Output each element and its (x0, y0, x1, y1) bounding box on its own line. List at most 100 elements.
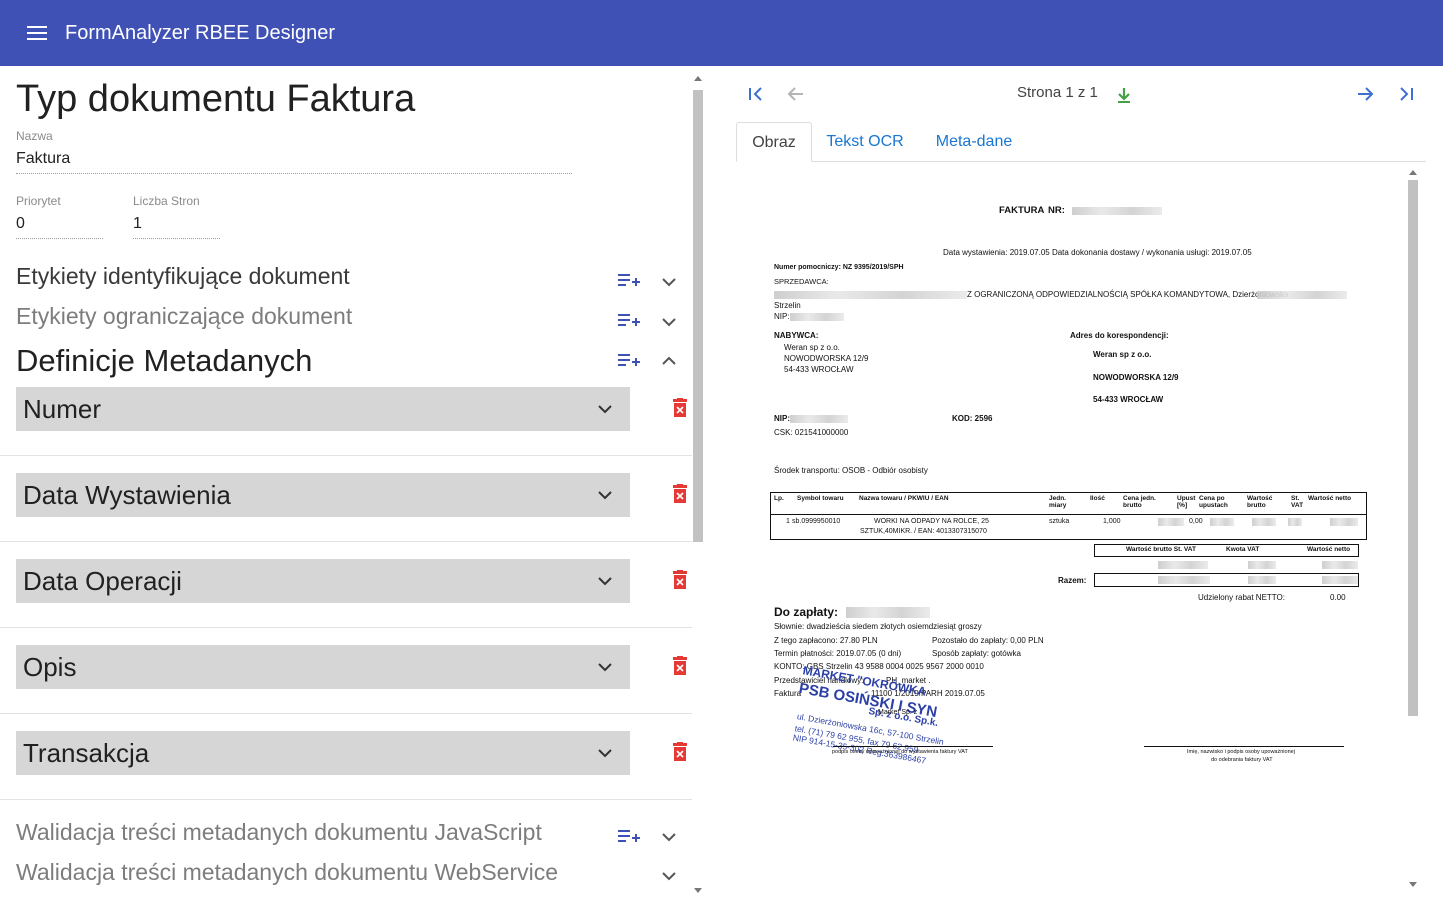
priority-field[interactable]: 0 (16, 215, 25, 233)
first-page-icon[interactable] (746, 84, 766, 104)
summary-header: Wartość brutto St. VAT (1126, 546, 1196, 553)
table-header: Upust [%] (1177, 495, 1196, 509)
delete-icon[interactable] (672, 484, 688, 504)
summary-header: Wartość netto (1307, 546, 1351, 553)
kod: KOD: 2596 (952, 414, 993, 423)
playlist-add-icon[interactable] (618, 353, 640, 369)
buyer-nip-label: NIP: (774, 414, 790, 423)
identifying-labels-heading[interactable]: Etykiety identyfikujące dokument (16, 263, 350, 290)
document-viewer: Strona 1 z 1 Obraz Tekst OCR Meta-dane F… (718, 66, 1443, 900)
invoice-image: FAKTURA NR: Data wystawienia: 2019.07.05… (740, 168, 1430, 896)
slownie: Słownie: dwadzieścia siedem złotych osie… (774, 622, 982, 631)
viewer-scrollbar[interactable] (1406, 170, 1420, 892)
divider (0, 713, 692, 714)
metadata-item-opis[interactable]: Opis (16, 645, 630, 689)
playlist-add-icon[interactable] (618, 829, 640, 845)
chevron-down-icon[interactable] (598, 576, 612, 586)
metadata-definitions-heading[interactable]: Definicje Metadanych (16, 343, 312, 379)
delete-icon[interactable] (672, 570, 688, 590)
metadata-item-label: Transakcja (23, 737, 150, 768)
limiting-labels-heading[interactable]: Etykiety ograniczające dokument (16, 303, 352, 330)
next-page-icon[interactable] (1355, 84, 1375, 104)
scrollbar-thumb[interactable] (693, 90, 703, 542)
scroll-down-arrow[interactable] (694, 888, 702, 893)
chevron-down-icon[interactable] (598, 662, 612, 672)
playlist-add-icon[interactable] (618, 273, 640, 289)
tab-meta-dane[interactable]: Meta-dane (926, 122, 1022, 162)
redacted-value (1330, 518, 1358, 526)
redacted-buyer-nip (790, 415, 848, 423)
table-header: Cena jedn. brutto (1123, 495, 1156, 509)
name-label: Nazwa (16, 129, 53, 143)
invoice-nr-label: NR: (1048, 205, 1065, 216)
chevron-down-icon[interactable] (598, 748, 612, 758)
redacted-value (1288, 518, 1302, 526)
tab-tekst-ocr[interactable]: Tekst OCR (820, 122, 910, 162)
metadata-item-label: Opis (23, 651, 77, 682)
metadata-item-label: Data Operacji (23, 565, 182, 596)
chevron-down-icon[interactable] (662, 277, 676, 287)
razem-label: Razem: (1058, 576, 1087, 585)
delete-icon[interactable] (672, 656, 688, 676)
document-type-editor: Typ dokumentu Faktura Nazwa Faktura Prio… (0, 66, 706, 900)
scrollbar-thumb[interactable] (1408, 180, 1418, 716)
table-header: Cena po upustach (1199, 495, 1228, 509)
table-header: Wartość netto (1308, 495, 1352, 502)
tab-obraz[interactable]: Obraz (736, 122, 812, 162)
redacted-sum (1158, 561, 1208, 569)
table-header: Wartość brutto (1247, 495, 1273, 509)
correspondence-line: NOWODWORSKA 12/9 (1093, 373, 1179, 382)
delete-icon[interactable] (672, 398, 688, 418)
buyer-line: NOWODWORSKA 12/9 (784, 354, 869, 363)
metadata-item-data-wystawienia[interactable]: Data Wystawienia (16, 473, 630, 517)
pages-field[interactable]: 1 (133, 215, 142, 233)
chevron-down-icon[interactable] (598, 404, 612, 414)
scroll-up-arrow[interactable] (1409, 170, 1417, 175)
scroll-up-arrow[interactable] (694, 76, 702, 81)
redacted-price (1158, 518, 1184, 526)
chevron-down-icon[interactable] (662, 832, 676, 842)
metadata-item-data-operacji[interactable]: Data Operacji (16, 559, 630, 603)
redacted-number (1072, 207, 1162, 215)
pages-label: Liczba Stron (133, 194, 200, 208)
table-header: Nazwa towaru / PKWIU / EAN (859, 495, 949, 502)
previous-page-icon[interactable] (786, 84, 806, 104)
redacted-value (1210, 518, 1234, 526)
razem-box (1094, 573, 1359, 587)
left-scrollbar[interactable] (692, 76, 704, 896)
row-lp: 1 (786, 518, 790, 525)
seller-text: Z OGRANICZONĄ ODPOWIEDZIALNOŚCIĄ SPÓŁKA … (967, 290, 1289, 299)
priority-underline (16, 238, 103, 239)
page-title: Typ dokumentu Faktura (16, 78, 416, 120)
row-name: SZTUK,40MIKR. / EAN: 4013307315070 (860, 528, 987, 535)
ws-validation-heading[interactable]: Walidacja treści metadanych dokumentu We… (16, 859, 558, 886)
menu-icon[interactable] (27, 26, 47, 40)
last-page-icon[interactable] (1396, 84, 1416, 104)
invoice-title: FAKTURA (999, 205, 1045, 216)
js-validation-heading[interactable]: Walidacja treści metadanych dokumentu Ja… (16, 819, 542, 846)
pozostalo: Pozostało do zapłaty: 0,00 PLN (932, 636, 1044, 645)
delete-icon[interactable] (672, 742, 688, 762)
row-name: WORKI NA ODPADY NA ROLCE, 25 (874, 518, 989, 525)
chevron-down-icon[interactable] (662, 871, 676, 881)
app-bar: FormAnalyzer RBEE Designer (0, 0, 1443, 66)
divider (0, 455, 692, 456)
pages-underline (133, 238, 220, 239)
metadata-item-numer[interactable]: Numer (16, 387, 630, 431)
rabat-value: 0.00 (1330, 593, 1346, 602)
playlist-add-icon[interactable] (618, 313, 640, 329)
scroll-down-arrow[interactable] (1409, 882, 1417, 887)
page-indicator: Strona 1 z 1 (1017, 84, 1098, 101)
download-icon[interactable] (1114, 86, 1134, 106)
priority-label: Priorytet (16, 194, 61, 208)
invoice-dates: Data wystawienia: 2019.07.05 Data dokona… (943, 248, 1252, 257)
name-field[interactable]: Faktura (16, 150, 70, 168)
metadata-item-transakcja[interactable]: Transakcja (16, 731, 630, 775)
chevron-down-icon[interactable] (598, 490, 612, 500)
chevron-down-icon[interactable] (662, 317, 676, 327)
table-header: Ilość (1090, 495, 1105, 502)
rabat-label: Udzielony rabat NETTO: (1198, 593, 1285, 602)
app-title: FormAnalyzer RBEE Designer (65, 21, 336, 44)
redacted-sum (1248, 576, 1276, 584)
chevron-up-icon[interactable] (662, 356, 676, 366)
